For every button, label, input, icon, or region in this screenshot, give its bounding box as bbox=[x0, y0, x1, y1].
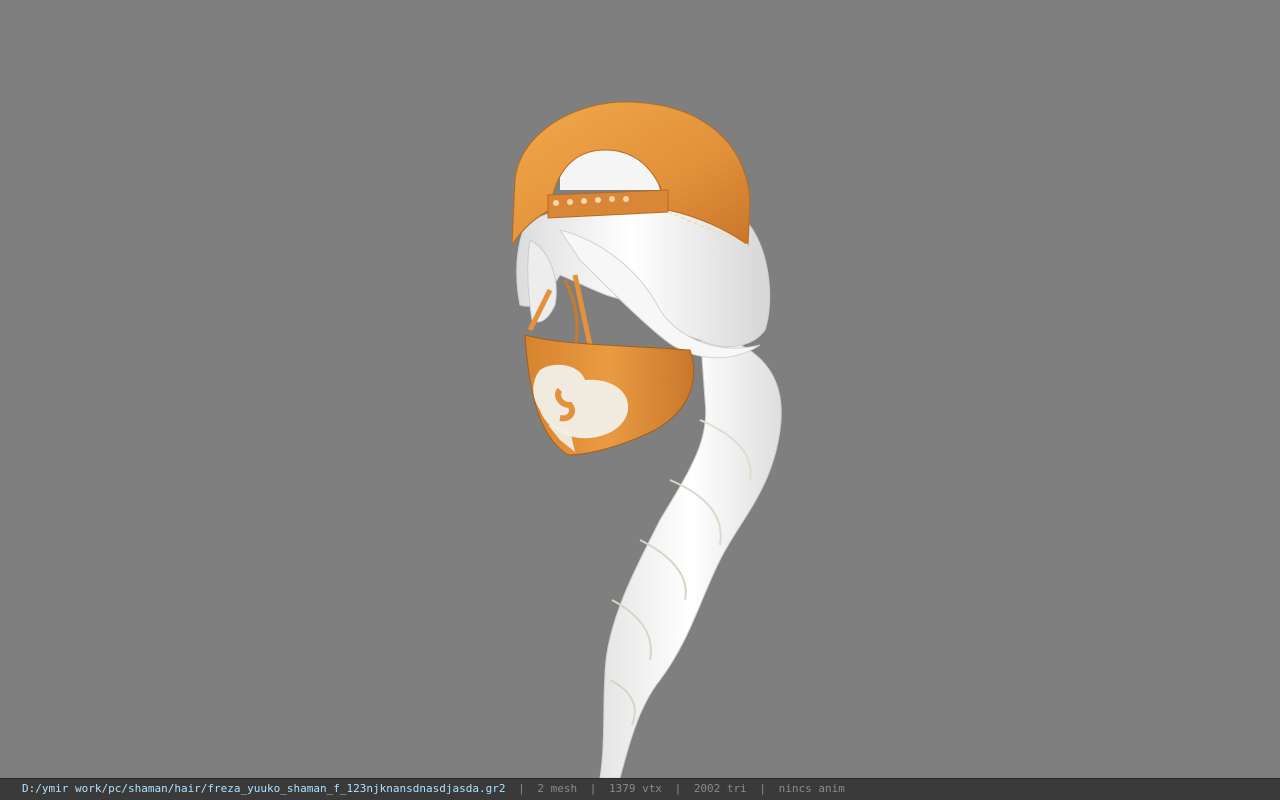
status-bar: D:/ymir work/pc/shaman/hair/freza_yuuko_… bbox=[0, 778, 1280, 800]
triangle-count: 2002 tri bbox=[693, 782, 747, 795]
file-path: D:/ymir work/pc/shaman/hair/freza_yuuko_… bbox=[22, 782, 506, 795]
animation-status: nincs anim bbox=[778, 782, 845, 795]
mesh-count: 2 mesh bbox=[537, 782, 578, 795]
separator: | bbox=[589, 782, 597, 795]
hair-model-render bbox=[511, 101, 782, 778]
separator: | bbox=[674, 782, 682, 795]
separator: | bbox=[518, 782, 525, 795]
3d-viewport[interactable] bbox=[0, 0, 1280, 778]
face-mask bbox=[524, 334, 695, 456]
vertex-count: 1379 vtx bbox=[608, 782, 662, 795]
separator: | bbox=[759, 782, 767, 795]
